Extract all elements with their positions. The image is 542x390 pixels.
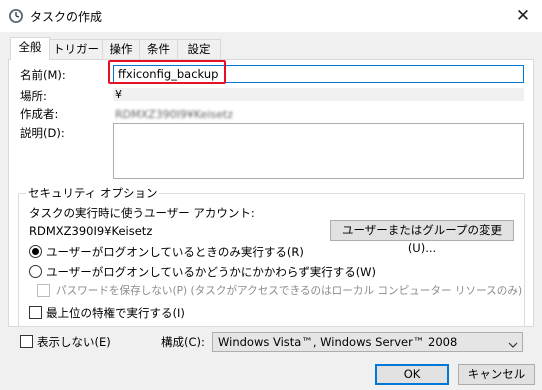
highlight-box [108,60,226,84]
change-user-button[interactable]: ユーザーまたはグループの変更(U)... [330,220,514,255]
ok-button[interactable]: OK [375,364,449,385]
tab-triggers[interactable]: トリガー [49,39,103,59]
tab-general[interactable]: 全般 [10,37,50,60]
tab-settings[interactable]: 設定 [177,39,221,59]
logged-on-only-radio[interactable] [29,245,42,258]
cancel-button[interactable]: キャンセル [458,364,535,385]
author-value: RDMXZ390I9¥Keisetz [115,108,233,121]
description-label: 説明(D): [20,126,65,140]
configure-label: 構成(C): [161,335,205,349]
chevron-down-icon [508,337,518,348]
name-label: 名前(M): [20,68,66,82]
whether-logged-on-label[interactable]: ユーザーがログオンしているかどうかにかかわらず実行する(W) [46,264,376,280]
close-icon: ✕ [515,6,531,26]
account-label: タスクの実行時に使うユーザー アカウント: [29,206,255,220]
location-value: ¥ [113,88,524,101]
hidden-label[interactable]: 表示しない(E) [37,334,111,350]
highest-privileges-checkbox[interactable] [29,306,42,319]
tab-actions[interactable]: 操作 [102,39,140,59]
whether-logged-on-radio[interactable] [29,265,42,278]
window-title: タスクの作成 [30,10,103,24]
logged-on-only-label[interactable]: ユーザーがログオンしているときのみ実行する(R) [46,244,304,260]
task-scheduler-icon [8,8,24,24]
tab-conditions[interactable]: 条件 [139,39,178,59]
highest-privileges-label[interactable]: 最上位の特権で実行する(I) [46,305,185,321]
configure-select-value: Windows Vista™, Windows Server™ 2008 [218,335,458,349]
close-button[interactable]: ✕ [510,5,536,27]
account-value: RDMXZ390I9¥Keisetz [29,224,153,238]
configure-select[interactable]: Windows Vista™, Windows Server™ 2008 [212,332,523,352]
location-label: 場所: [20,89,47,103]
no-store-password-label: パスワードを保存しない(P) (タスクがアクセスできるのはローカル コンピュータ… [56,285,523,297]
author-label: 作成者: [20,107,59,121]
no-store-password-checkbox[interactable] [37,284,50,297]
security-options-title: セキュリティ オプション [26,185,160,201]
hidden-checkbox[interactable] [20,335,33,348]
description-textarea[interactable] [113,123,524,179]
